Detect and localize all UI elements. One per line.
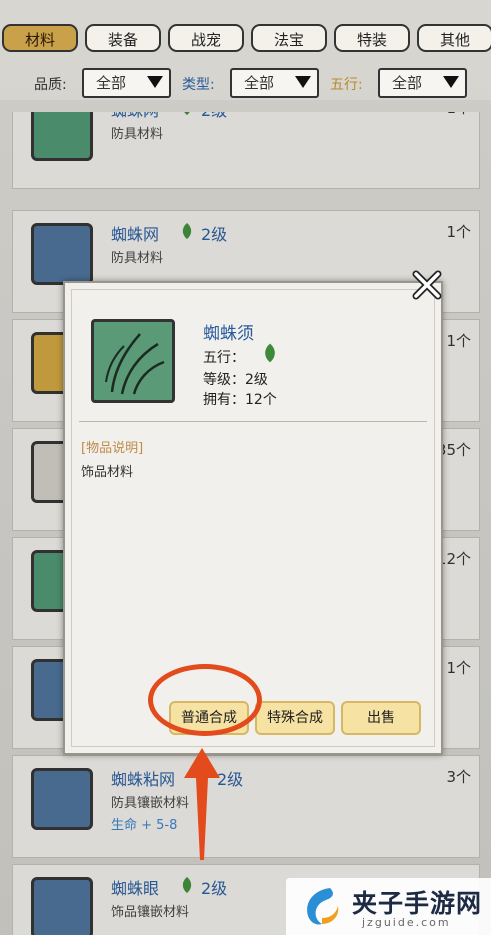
quality-value: 全部 bbox=[96, 74, 127, 92]
spider-whisker-icon bbox=[91, 319, 175, 403]
divider bbox=[79, 421, 427, 422]
description-title: [物品说明] bbox=[81, 441, 144, 456]
owned-line: 拥有：12个 bbox=[203, 392, 277, 408]
filter-bar: 品质: 全部 类型: 全部 五行: 全部 bbox=[0, 66, 491, 100]
element-line: 五行： bbox=[203, 350, 245, 366]
brand-name: 夹子手游网 bbox=[352, 889, 483, 918]
item-name: 蜘蛛须 bbox=[203, 324, 254, 344]
quality-label: 品质: bbox=[34, 77, 67, 93]
leaf-icon bbox=[265, 343, 275, 363]
chevron-down-icon bbox=[147, 76, 163, 88]
tab-special-gear[interactable]: 特装 bbox=[334, 24, 410, 52]
watermark: 夹子手游网 jzguide.com bbox=[286, 878, 491, 935]
brand-domain: jzguide.com bbox=[362, 916, 451, 929]
highlight-circle bbox=[148, 664, 262, 736]
tab-equipment[interactable]: 装备 bbox=[85, 24, 161, 52]
tab-pets[interactable]: 战宠 bbox=[168, 24, 244, 52]
element-value: 全部 bbox=[392, 74, 423, 92]
category-tabs: 材料 装备 战宠 法宝 特装 其他 bbox=[0, 20, 491, 58]
type-label: 类型: bbox=[182, 77, 215, 93]
type-value: 全部 bbox=[244, 74, 275, 92]
tab-materials[interactable]: 材料 bbox=[2, 24, 78, 52]
close-icon[interactable] bbox=[412, 270, 442, 300]
sell-button[interactable]: 出售 bbox=[341, 701, 421, 735]
brand-logo-icon bbox=[307, 888, 339, 925]
element-label: 五行: bbox=[330, 77, 363, 93]
tab-treasures[interactable]: 法宝 bbox=[251, 24, 327, 52]
type-select[interactable]: 全部 bbox=[230, 68, 319, 98]
inventory-screen: 材料 装备 战宠 法宝 特装 其他 品质: 全部 类型: 全部 五行: 全部 蜘… bbox=[0, 0, 491, 935]
description-text: 饰品材料 bbox=[81, 465, 134, 480]
tab-other[interactable]: 其他 bbox=[417, 24, 491, 52]
element-select[interactable]: 全部 bbox=[378, 68, 467, 98]
chevron-down-icon bbox=[443, 76, 459, 88]
quality-select[interactable]: 全部 bbox=[82, 68, 171, 98]
chevron-down-icon bbox=[295, 76, 311, 88]
level-line: 等级：2级 bbox=[203, 372, 268, 388]
craft-special-button[interactable]: 特殊合成 bbox=[255, 701, 335, 735]
arrow-up-icon bbox=[184, 748, 220, 860]
